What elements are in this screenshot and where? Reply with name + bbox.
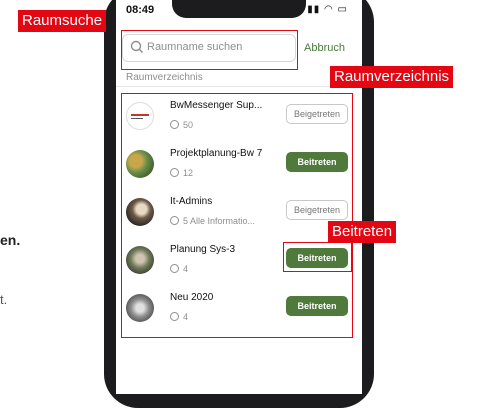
join-annotation-label: Beitreten <box>328 221 397 243</box>
background-text-fragment: t. <box>0 292 8 307</box>
section-title: Raumverzeichnis <box>126 72 203 83</box>
wifi-icon: ◠ <box>324 4 334 15</box>
directory-annotation-label: Raumverzeichnis <box>330 66 454 88</box>
search-annotation-label: Raumsuche <box>18 10 107 32</box>
search-highlight-box <box>121 30 298 70</box>
background-text-fragment: en. <box>0 232 21 248</box>
directory-highlight-box <box>121 93 353 338</box>
status-bar: 08:49 ▮▮ ◠ ▭ <box>116 0 362 24</box>
divider <box>116 86 362 87</box>
battery-icon: ▭ <box>337 4 348 15</box>
signal-icon: ▮▮ <box>307 4 321 15</box>
cancel-button[interactable]: Abbruch <box>304 42 345 54</box>
phone-notch <box>172 0 306 18</box>
status-icons: ▮▮ ◠ ▭ <box>307 4 348 15</box>
status-time: 08:49 <box>126 4 155 16</box>
join-highlight-box <box>283 242 352 272</box>
